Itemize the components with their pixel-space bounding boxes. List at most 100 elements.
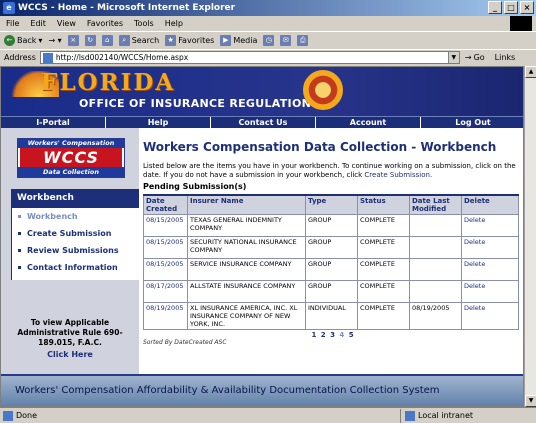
cell-delete[interactable]: Delete [461, 280, 519, 303]
state-seal-icon [303, 70, 343, 110]
cell-type: GROUP [305, 280, 358, 303]
address-dropdown-icon[interactable]: ▼ [447, 52, 459, 63]
menu-edit[interactable]: Edit [30, 19, 46, 28]
logo-bottom-text: Data Collection [18, 167, 124, 177]
page-1[interactable]: 1 [311, 331, 317, 339]
media-icon: ▶ [220, 35, 232, 46]
links-button[interactable]: Links [495, 53, 516, 62]
favorites-button[interactable]: ★ Favorites [165, 35, 214, 46]
rules-text: To view Applicable Administrative Rule 6… [17, 318, 123, 347]
logo-main-text: WCCS [20, 148, 122, 167]
cell-delete[interactable]: Delete [461, 214, 519, 237]
scroll-up-icon[interactable]: ▲ [525, 66, 536, 78]
nav-account[interactable]: Account [316, 117, 421, 128]
col-type: Type [305, 194, 358, 215]
sidebar-item-contact-information[interactable]: Contact Information [12, 259, 139, 276]
col-date-last-modified: Date Last Modified [409, 194, 462, 215]
cell-status: COMPLETE [357, 236, 410, 259]
cell-insurer-name: SERVICE INSURANCE COMPANY [187, 258, 306, 281]
main-content: Workers Compensation Data Collection - W… [143, 128, 523, 374]
history-icon: ◷ [263, 35, 275, 46]
go-button[interactable]: → Go [465, 53, 485, 62]
menu-file[interactable]: File [6, 19, 19, 28]
page-2[interactable]: 2 [321, 331, 327, 339]
cell-insurer-name: TEXAS GENERAL INDEMNITY COMPANY [187, 214, 306, 237]
create-submission-link[interactable]: Create Submission. [364, 171, 432, 179]
scroll-down-icon[interactable]: ▼ [525, 395, 536, 407]
page-footer: Workers' Compensation Affordability & Av… [1, 374, 523, 406]
pager: 1 2 3 4 5 [143, 331, 523, 339]
nav-iportal[interactable]: I-Portal [1, 117, 106, 128]
minimize-button[interactable]: _ [488, 1, 502, 14]
cell-type: GROUP [305, 214, 358, 237]
cell-delete[interactable]: Delete [461, 236, 519, 259]
cell-delete[interactable]: Delete [461, 258, 519, 281]
cell-type: INDIVIDUAL [305, 302, 358, 330]
page-icon [42, 52, 53, 63]
cell-date-created[interactable]: 08/17/2005 [143, 280, 188, 303]
page-5[interactable]: 5 [349, 331, 355, 339]
cell-date-created[interactable]: 08/19/2005 [143, 302, 188, 330]
address-input[interactable]: http://lsd002140/WCCS/Home.aspx ▼ [39, 51, 460, 64]
cell-delete[interactable]: Delete [461, 302, 519, 330]
print-button[interactable]: ⎙ [297, 35, 309, 46]
cell-insurer-name: SECURITY NATIONAL INSURANCE COMPANY [187, 236, 306, 259]
sidebar-item-review-submissions[interactable]: Review Submissions [12, 242, 139, 259]
search-button[interactable]: ⌕ Search [118, 35, 159, 46]
bullet-icon [18, 232, 21, 235]
print-icon: ⎙ [297, 35, 309, 46]
sidebar-item-create-submission[interactable]: Create Submission [12, 225, 139, 242]
table-row: 08/17/2005 ALLSTATE INSURANCE COMPANY GROU… [143, 280, 519, 303]
menu-tools[interactable]: Tools [134, 19, 154, 28]
maximize-button[interactable]: □ [504, 1, 518, 14]
menu-view[interactable]: View [57, 19, 76, 28]
table-row: 08/15/2005 SECURITY NATIONAL INSURANCE CO… [143, 236, 519, 259]
nav-contact-us[interactable]: Contact Us [211, 117, 316, 128]
click-here-link[interactable]: Click Here [1, 350, 139, 359]
cell-status: COMPLETE [357, 258, 410, 281]
media-button[interactable]: ▶ Media [220, 35, 257, 46]
go-arrow-icon: → [464, 53, 472, 62]
back-button[interactable]: ← Back ▾ [4, 35, 42, 46]
intro-text: Listed below are the items you have in y… [143, 162, 516, 179]
history-button[interactable]: ◷ [263, 35, 275, 46]
menu-help[interactable]: Help [165, 19, 183, 28]
office-name: OFFICE OF INSURANCE REGULATION [79, 97, 312, 110]
home-icon: ⌂ [101, 35, 113, 46]
sidebar: Workers' Compensation WCCS Data Collecti… [1, 128, 139, 374]
cell-type: GROUP [305, 258, 358, 281]
bullet-icon [18, 249, 21, 252]
page-viewport: FLORIDA OFFICE OF INSURANCE REGULATION I… [0, 66, 524, 407]
section-title: Pending Submission(s) [143, 182, 247, 191]
col-date-created[interactable]: Date Created [143, 194, 188, 215]
cell-date-created[interactable]: 08/15/2005 [143, 214, 188, 237]
col-delete: Delete [461, 194, 519, 215]
sidebar-heading: Workbench [11, 189, 139, 208]
menu-favorites[interactable]: Favorites [87, 19, 123, 28]
sidebar-item-workbench[interactable]: Workbench [12, 208, 139, 225]
address-label: Address [4, 53, 36, 62]
cell-date-created[interactable]: 08/15/2005 [143, 258, 188, 281]
vertical-scrollbar[interactable]: ▲ ▼ [524, 66, 536, 407]
cell-date-last-modified [409, 280, 462, 303]
ie-icon: e [3, 2, 15, 14]
cell-date-last-modified [409, 258, 462, 281]
refresh-button[interactable]: ↻ [84, 35, 96, 46]
window-titlebar: e WCCS - Home - Microsoft Internet Explo… [0, 0, 536, 16]
home-button[interactable]: ⌂ [101, 35, 113, 46]
intranet-icon [405, 410, 415, 421]
page-3[interactable]: 3 [330, 331, 336, 339]
browser-toolbar: ← Back ▾ → ▾ × ↻ ⌂ ⌕ Search ★ Favorites ▶ Med… [0, 31, 536, 49]
stop-button[interactable]: × [67, 35, 79, 46]
mail-button[interactable]: ✉ [280, 35, 292, 46]
status-bar: Done Local intranet [0, 407, 536, 423]
table-row: 08/15/2005 TEXAS GENERAL INDEMNITY COMPAN… [143, 214, 519, 237]
status-text: Done [16, 411, 38, 420]
cell-date-last-modified: 08/19/2005 [409, 302, 462, 330]
forward-button[interactable]: → ▾ [48, 36, 61, 45]
nav-logout[interactable]: Log Out [421, 117, 523, 128]
close-button[interactable]: × [520, 1, 534, 14]
cell-type: GROUP [305, 236, 358, 259]
cell-date-created[interactable]: 08/15/2005 [143, 236, 188, 259]
nav-help[interactable]: Help [106, 117, 211, 128]
